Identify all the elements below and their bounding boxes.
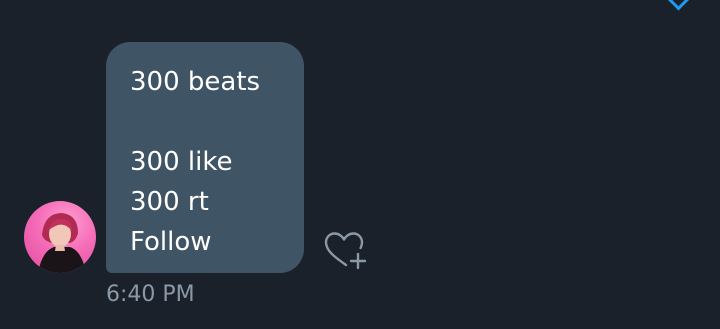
chevron-icon xyxy=(666,0,691,11)
message-timestamp: 6:40 PM xyxy=(106,282,195,307)
message-line: 300 like xyxy=(130,147,233,177)
message-line: Follow xyxy=(130,227,212,257)
add-reaction-button[interactable] xyxy=(322,230,372,274)
avatar[interactable] xyxy=(24,201,96,273)
message-line: 300 beats xyxy=(130,67,261,97)
message-line: 300 rt xyxy=(130,187,209,217)
avatar-image xyxy=(38,213,86,273)
message-bubble[interactable]: 300 beats 300 like 300 rt Follow xyxy=(106,42,304,273)
heart-plus-icon xyxy=(324,232,367,270)
